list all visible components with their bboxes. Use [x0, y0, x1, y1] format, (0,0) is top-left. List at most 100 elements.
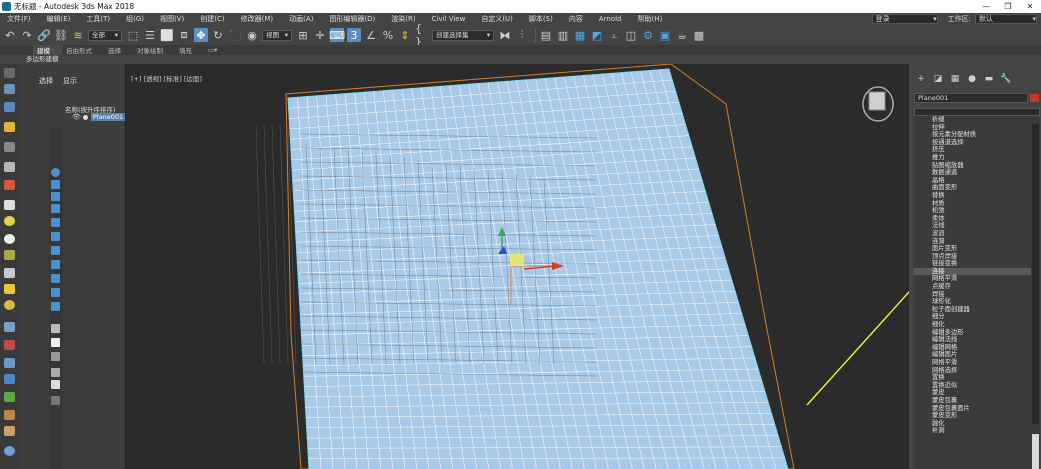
menu-group[interactable]: 组(G) [119, 14, 153, 24]
tab-object-paint[interactable]: 对象绘制 [133, 45, 175, 55]
display-none-icon[interactable] [51, 338, 60, 347]
filter-containers-icon[interactable] [51, 288, 60, 297]
close-button[interactable]: ✕ [1019, 0, 1041, 13]
mirror-icon[interactable]: ⧓ [498, 28, 512, 42]
scene-explorer-icon[interactable] [4, 102, 15, 112]
modifier-list-dropdown[interactable] [914, 108, 1040, 116]
list-item[interactable]: 挤压 [914, 146, 1031, 154]
list-item[interactable]: 👁 Plane001 [72, 113, 126, 121]
login-dropdown[interactable]: 登录 ▾ [871, 14, 938, 24]
sphere-icon[interactable] [4, 216, 15, 226]
list-item[interactable]: 折缝 [914, 116, 1031, 124]
particle-icon[interactable] [4, 374, 15, 384]
select-manipulate-icon[interactable]: ✛ [313, 28, 327, 42]
list-item[interactable]: 曲面变形 [914, 184, 1031, 192]
motion-tab-icon[interactable]: ● [965, 74, 979, 84]
tab-populate[interactable]: 填充 [175, 45, 204, 55]
schematic-view-icon[interactable]: ⫠ [607, 28, 621, 42]
list-item[interactable]: 编辑法线 [914, 336, 1031, 344]
region-select-icon[interactable]: ⬜ [160, 28, 174, 42]
list-item[interactable]: 推力 [914, 154, 1031, 162]
menu-modifiers[interactable]: 修改器(M) [234, 14, 283, 24]
list-item[interactable]: 蒙皮 [914, 389, 1031, 397]
angle-snap-icon[interactable]: ∠ [364, 28, 378, 42]
move-icon[interactable]: ✥ [194, 28, 208, 42]
geosphere-icon[interactable] [4, 234, 15, 244]
curve-editor-icon[interactable]: ◩ [590, 28, 604, 42]
filter-groups-icon[interactable] [51, 246, 60, 255]
rotate-icon[interactable]: ↻ [211, 28, 225, 42]
named-selection-select[interactable]: 创建选择集 ▾ [432, 29, 494, 41]
bones-icon[interactable] [4, 358, 15, 368]
list-item[interactable]: 网格平滑 [914, 359, 1031, 367]
list-item[interactable]: 网格平滑 [914, 275, 1031, 283]
viewport-perspective[interactable]: [+] [透视] [标准] [边面] [125, 64, 909, 469]
pivot-center-icon[interactable]: ⊞ [296, 28, 310, 42]
menu-help[interactable]: 帮助(H) [630, 14, 671, 24]
layers-icon[interactable] [51, 368, 60, 377]
ref-coord-select[interactable]: 视图 ▾ [262, 29, 292, 41]
object-name-plane001[interactable]: Plane001 [90, 113, 126, 121]
display-tab-icon[interactable]: ▬ [982, 74, 996, 84]
selection-filter-select[interactable]: 全部 ▾ [88, 29, 122, 41]
link-icon[interactable]: 🔗 [37, 28, 51, 42]
sun-icon[interactable] [4, 300, 15, 310]
percent-snap-icon[interactable]: % [381, 28, 395, 42]
menu-graph-editors[interactable]: 图形编辑器(D) [322, 14, 384, 24]
list-item[interactable]: 球形化 [914, 298, 1031, 306]
star-icon[interactable] [4, 284, 15, 294]
list-item[interactable]: 波浪 [914, 230, 1031, 238]
list-item[interactable]: 细化 [914, 321, 1031, 329]
list-item[interactable]: 面片变形 [914, 245, 1031, 253]
create-panel-icon[interactable] [4, 68, 15, 78]
ribbon-options-icon[interactable]: ▭▾ [204, 46, 229, 54]
render-in-cloud-icon[interactable]: ▩ [692, 28, 706, 42]
filter-funnel-icon[interactable] [51, 380, 60, 389]
filter-cameras-icon[interactable] [51, 204, 60, 213]
menu-create[interactable]: 创建(C) [193, 14, 233, 24]
list-item[interactable]: 替换 [914, 192, 1031, 200]
minimize-button[interactable]: — [975, 0, 997, 13]
menu-views[interactable]: 视图(V) [153, 14, 193, 24]
menu-file[interactable]: 文件(F) [0, 14, 40, 24]
tree-icon[interactable] [4, 392, 15, 402]
create-tab-icon[interactable]: + [914, 74, 928, 84]
box-icon[interactable] [4, 200, 15, 210]
menu-scripting[interactable]: 脚本(S) [522, 14, 562, 24]
modify-tab-icon[interactable]: ◪ [931, 74, 945, 84]
display-all-icon[interactable] [51, 324, 60, 333]
biped-icon[interactable] [4, 426, 15, 436]
list-item[interactable]: 点缓存 [914, 283, 1031, 291]
list-item[interactable]: 涟漪 [914, 238, 1031, 246]
align-icon[interactable]: ⫶ [515, 28, 529, 42]
maximize-button[interactable]: ❐ [997, 0, 1019, 13]
utilities-tab-icon[interactable]: 🔧 [999, 74, 1013, 84]
ribbon-toggle-icon[interactable]: ▦ [573, 28, 587, 42]
render-setup-icon[interactable]: ⚙ [641, 28, 655, 42]
tab-display[interactable]: 显示 [63, 76, 77, 86]
display-invert-icon[interactable] [51, 352, 60, 361]
place-icon[interactable]: ◉ [245, 28, 259, 42]
list-item[interactable]: 补洞 [914, 427, 1031, 435]
filter-shapes-icon[interactable] [51, 180, 60, 189]
material-editor-icon[interactable]: ◫ [624, 28, 638, 42]
layer-explorer-icon[interactable]: ▥ [556, 28, 570, 42]
tab-freeform[interactable]: 自由形式 [62, 45, 104, 55]
globe-icon[interactable] [4, 446, 15, 456]
menu-customize[interactable]: 自定义(U) [474, 14, 522, 24]
object-name-field[interactable]: Plane001 [914, 93, 1028, 103]
paint-icon[interactable] [4, 340, 15, 350]
light-icon[interactable] [4, 122, 15, 132]
render-production-icon[interactable]: ☕ [675, 28, 689, 42]
list-item[interactable]: 蒙皮包裹 [914, 397, 1031, 405]
menu-tools[interactable]: 工具(T) [79, 14, 119, 24]
torus-icon[interactable] [4, 250, 15, 260]
filter-spacewarps-icon[interactable] [51, 232, 60, 241]
menu-edit[interactable]: 编辑(E) [40, 14, 80, 24]
filter-lights-icon[interactable] [51, 192, 60, 201]
rendered-frame-window-icon[interactable]: ▣ [658, 28, 672, 42]
viewport-canvas[interactable] [126, 64, 909, 469]
list-item[interactable]: 编辑面片 [914, 351, 1031, 359]
edit-named-selection-icon[interactable]: { } [415, 22, 429, 48]
scale-icon[interactable]: ⬛ [228, 28, 242, 42]
